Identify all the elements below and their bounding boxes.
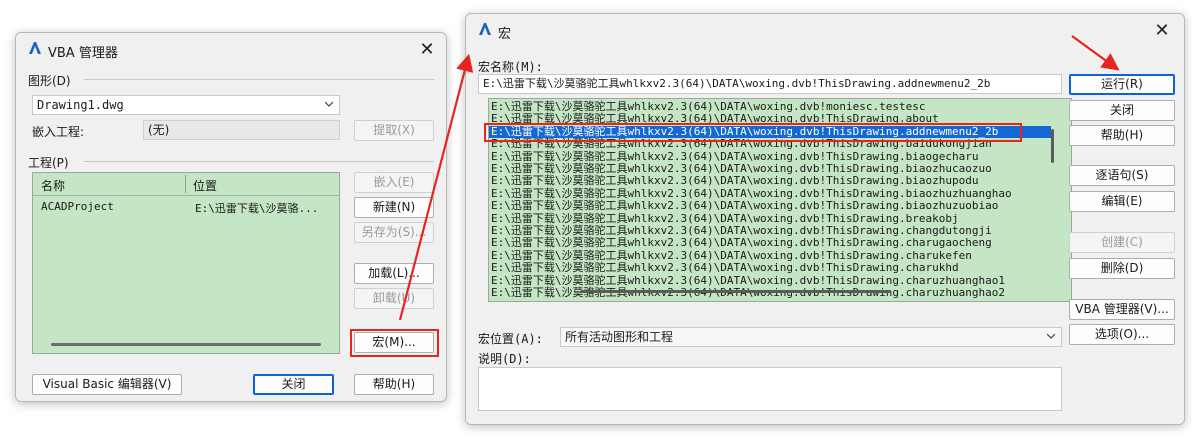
create-button[interactable]: 创建(C) bbox=[1069, 232, 1175, 253]
autocad-logo-icon bbox=[29, 42, 41, 54]
macro-item[interactable]: E:\迅雷下载\沙莫骆驼工具whlkxv2.3(64)\DATA\woxing.… bbox=[489, 274, 1005, 287]
drawing-dropdown-value: Drawing1.dwg bbox=[37, 98, 124, 112]
macro-item[interactable]: E:\迅雷下载\沙莫骆驼工具whlkxv2.3(64)\DATA\woxing.… bbox=[489, 187, 1012, 200]
options-button[interactable]: 选项(O)... bbox=[1069, 324, 1175, 345]
macro-location-label: 宏位置(A): bbox=[478, 332, 543, 346]
project-label: 工程(P) bbox=[28, 156, 69, 170]
project-row-name: ACADProject bbox=[41, 200, 114, 213]
macro-window: 宏 ✕ 宏名称(M): E:\迅雷下载\沙莫骆驼工具whlkxv2.3(64)\… bbox=[465, 13, 1185, 425]
project-list-hscrollbar[interactable] bbox=[51, 343, 321, 346]
drawing-group-line bbox=[84, 79, 434, 80]
macro-item[interactable]: E:\迅雷下载\沙莫骆驼工具whlkxv2.3(64)\DATA\woxing.… bbox=[489, 262, 959, 274]
vba-manager-window: VBA 管理器 ✕ 图形(D) Drawing1.dwg 嵌入工程: (无) 提… bbox=[15, 32, 447, 402]
macro-item[interactable]: E:\迅雷下载\沙莫骆驼工具whlkxv2.3(64)\DATA\woxing.… bbox=[489, 150, 979, 163]
close-icon[interactable]: ✕ bbox=[414, 39, 440, 61]
edit-button[interactable]: 编辑(E) bbox=[1069, 191, 1175, 212]
help-button[interactable]: 帮助(H) bbox=[1069, 125, 1175, 146]
column-header-location[interactable]: 位置 bbox=[193, 177, 217, 194]
macro-name-label: 宏名称(M): bbox=[478, 60, 543, 74]
macro-location-dropdown[interactable]: 所有活动图形和工程 bbox=[560, 327, 1062, 347]
column-divider bbox=[185, 175, 186, 193]
embed-button[interactable]: 嵌入(E) bbox=[354, 172, 434, 193]
vba-manager-titlebar[interactable]: VBA 管理器 ✕ bbox=[16, 33, 446, 67]
close-button[interactable]: 关闭 bbox=[253, 374, 334, 395]
project-list[interactable]: 名称 位置 ACADProject E:\迅雷下载\沙莫骆... bbox=[32, 172, 340, 354]
macro-item[interactable]: E:\迅雷下载\沙莫骆驼工具whlkxv2.3(64)\DATA\woxing.… bbox=[489, 200, 998, 212]
chevron-down-icon bbox=[325, 101, 333, 107]
load-button[interactable]: 加载(L)... bbox=[354, 263, 434, 284]
extract-button[interactable]: 提取(X) bbox=[354, 120, 434, 141]
delete-button[interactable]: 删除(D) bbox=[1069, 258, 1175, 279]
step-into-button[interactable]: 逐语句(S) bbox=[1069, 165, 1175, 186]
macro-button-highlight bbox=[350, 329, 439, 357]
visual-basic-editor-button[interactable]: Visual Basic 编辑器(V) bbox=[32, 374, 182, 395]
new-button[interactable]: 新建(N) bbox=[354, 197, 434, 218]
macro-item[interactable]: E:\迅雷下载\沙莫骆驼工具whlkxv2.3(64)\DATA\woxing.… bbox=[489, 175, 979, 187]
selected-macro-highlight bbox=[484, 123, 1022, 142]
macro-item[interactable]: E:\迅雷下载\沙莫骆驼工具whlkxv2.3(64)\DATA\woxing.… bbox=[489, 287, 1005, 299]
macro-list-hscrollbar[interactable] bbox=[581, 290, 891, 293]
description-label: 说明(D): bbox=[478, 352, 531, 366]
close-icon[interactable]: ✕ bbox=[1149, 20, 1175, 42]
vba-manager-title: VBA 管理器 bbox=[48, 46, 118, 61]
description-textarea[interactable] bbox=[478, 367, 1062, 411]
drawing-dropdown[interactable]: Drawing1.dwg bbox=[32, 95, 340, 115]
macro-titlebar[interactable]: 宏 ✕ bbox=[466, 14, 1184, 48]
vba-manager-button[interactable]: VBA 管理器(V)... bbox=[1069, 299, 1175, 320]
macro-name-input[interactable]: E:\迅雷下载\沙莫骆驼工具whlkxv2.3(64)\DATA\woxing.… bbox=[478, 74, 1062, 94]
embedded-project-value: (无) bbox=[143, 120, 340, 140]
macro-item[interactable]: E:\迅雷下载\沙莫骆驼工具whlkxv2.3(64)\DATA\woxing.… bbox=[489, 249, 972, 262]
chevron-down-icon bbox=[1047, 333, 1055, 339]
macro-location-value: 所有活动图形和工程 bbox=[565, 330, 674, 344]
run-button[interactable]: 运行(R) bbox=[1069, 74, 1175, 95]
macro-title: 宏 bbox=[498, 27, 512, 42]
help-button[interactable]: 帮助(H) bbox=[354, 374, 434, 395]
drawing-label: 图形(D) bbox=[28, 74, 71, 88]
macro-list-vscrollbar[interactable] bbox=[1051, 129, 1054, 163]
save-as-button[interactable]: 另存为(S)... bbox=[354, 222, 434, 243]
unload-button[interactable]: 卸载(U) bbox=[354, 288, 434, 309]
autocad-logo-icon bbox=[479, 23, 491, 35]
embedded-project-label: 嵌入工程: bbox=[32, 125, 85, 139]
column-header-name[interactable]: 名称 bbox=[41, 177, 65, 194]
macro-item[interactable]: E:\迅雷下载\沙莫骆驼工具whlkxv2.3(64)\DATA\woxing.… bbox=[489, 212, 959, 225]
project-row[interactable]: ACADProject E:\迅雷下载\沙莫骆... bbox=[33, 199, 339, 215]
close-button[interactable]: 关闭 bbox=[1069, 100, 1175, 121]
macro-item[interactable]: E:\迅雷下载\沙莫骆驼工具whlkxv2.3(64)\DATA\woxing.… bbox=[489, 237, 992, 249]
project-group-line bbox=[84, 161, 434, 162]
project-row-location: E:\迅雷下载\沙莫骆... bbox=[195, 202, 319, 215]
project-list-header: 名称 位置 bbox=[33, 173, 339, 196]
